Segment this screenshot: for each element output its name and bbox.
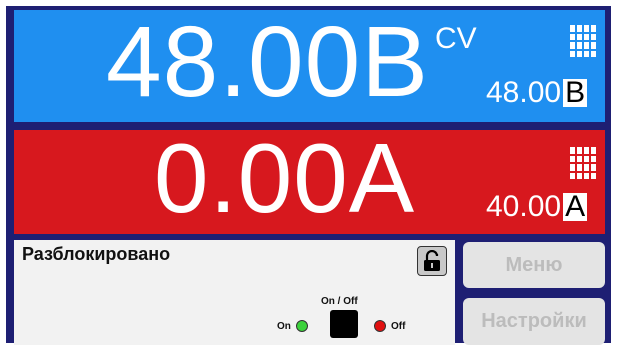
keypad-icon[interactable] [569,24,597,58]
onoff-label: On / Off [321,296,358,307]
current-set-unit: A [563,190,588,223]
onoff-button[interactable] [330,310,358,338]
current-set-number: 40.00 [486,190,562,223]
off-label: Off [391,321,406,332]
keypad-icon[interactable] [569,146,597,180]
voltage-set-number: 48.00 [486,76,562,109]
settings-button[interactable]: Настройки [463,298,605,345]
lock-status-text: Разблокировано [22,244,171,264]
actual-current: 0.00A [154,123,416,233]
on-indicator-led [296,320,308,332]
voltage-set-value[interactable]: 48.00 В [486,76,588,110]
current-set-value[interactable]: 40.00 A [486,190,588,224]
off-indicator-led [374,320,386,332]
regulation-mode: CV [435,22,477,55]
on-label: On [277,321,291,332]
lock-button[interactable] [417,246,447,276]
menu-button[interactable]: Меню [463,242,605,288]
current-panel: 0.00A 40.00 A [14,124,605,234]
voltage-panel: 48.00В CV 48.00 В [14,6,605,122]
unlocked-padlock-icon [424,250,440,271]
voltage-set-unit: В [563,76,588,109]
actual-voltage: 48.00В [106,6,429,118]
status-area: Разблокировано On / Off On Off [14,240,455,345]
